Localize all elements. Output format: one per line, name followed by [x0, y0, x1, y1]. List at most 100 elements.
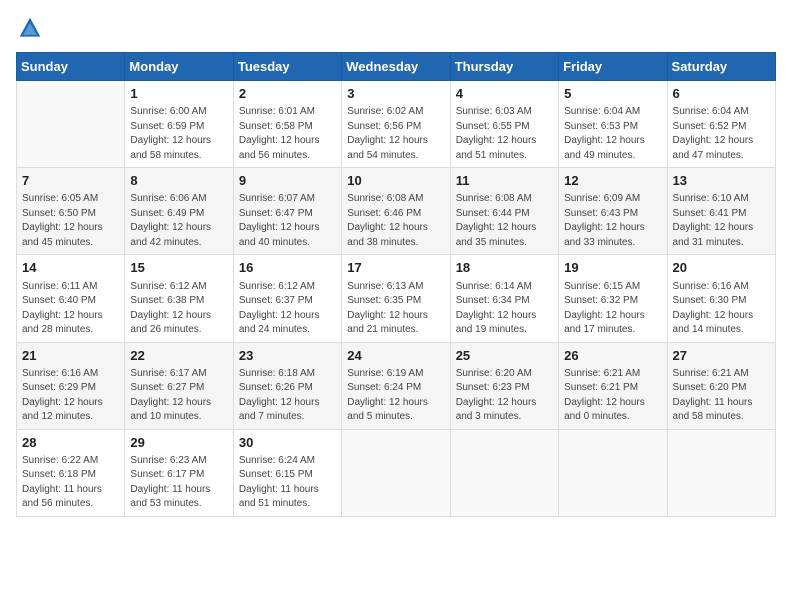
- day-number: 3: [347, 85, 444, 103]
- calendar-cell: 26Sunrise: 6:21 AMSunset: 6:21 PMDayligh…: [559, 342, 667, 429]
- day-info: Sunrise: 6:08 AMSunset: 6:44 PMDaylight:…: [456, 192, 553, 250]
- day-number: 24: [347, 347, 444, 365]
- calendar-week-5: 28 Sunrise: 6:22 AMSunset: 6:18 PMDayligh…: [17, 429, 776, 516]
- calendar-cell: 8 Sunrise: 6:06 AMSunset: 6:49 PMDaylight…: [125, 168, 233, 255]
- day-number: 5: [564, 85, 661, 103]
- day-number: 14: [22, 259, 119, 277]
- day-info: Sunrise: 6:22 AMSunset: 6:18 PMDaylight:…: [22, 454, 119, 512]
- day-number: 20: [673, 259, 770, 277]
- weekday-header-row: SundayMondayTuesdayWednesdayThursdayFrid…: [17, 53, 776, 81]
- day-info: Sunrise: 6:02 AMSunset: 6:56 PMDaylight:…: [347, 105, 444, 163]
- calendar-table: SundayMondayTuesdayWednesdayThursdayFrid…: [16, 52, 776, 517]
- day-info: Sunrise: 6:20 AMSunset: 6:23 PMDaylight:…: [456, 367, 553, 425]
- calendar-cell: 15 Sunrise: 6:12 AMSunset: 6:38 PMDayligh…: [125, 255, 233, 342]
- day-number: 10: [347, 172, 444, 190]
- calendar-cell: 25 Sunrise: 6:20 AMSunset: 6:23 PMDayligh…: [450, 342, 558, 429]
- day-info: Sunrise: 6:21 AMSunset: 6:21 PMDaylight:…: [564, 367, 661, 425]
- day-number: 25: [456, 347, 553, 365]
- calendar-cell: [342, 429, 450, 516]
- day-info: Sunrise: 6:17 AMSunset: 6:27 PMDaylight:…: [130, 367, 227, 425]
- day-info: Sunrise: 6:04 AMSunset: 6:53 PMDaylight:…: [564, 105, 661, 163]
- day-number: 22: [130, 347, 227, 365]
- day-number: 15: [130, 259, 227, 277]
- weekday-header-saturday: Saturday: [667, 53, 775, 81]
- calendar-cell: 2Sunrise: 6:01 AMSunset: 6:58 PMDaylight…: [233, 81, 341, 168]
- day-number: 7: [22, 172, 119, 190]
- calendar-cell: 28 Sunrise: 6:22 AMSunset: 6:18 PMDayligh…: [17, 429, 125, 516]
- day-number: 9: [239, 172, 336, 190]
- day-number: 18: [456, 259, 553, 277]
- calendar-cell: 24 Sunrise: 6:19 AMSunset: 6:24 PMDayligh…: [342, 342, 450, 429]
- day-info: Sunrise: 6:16 AMSunset: 6:30 PMDaylight:…: [673, 280, 770, 338]
- day-info: Sunrise: 6:16 AMSunset: 6:29 PMDaylight:…: [22, 367, 119, 425]
- day-info: Sunrise: 6:13 AMSunset: 6:35 PMDaylight:…: [347, 280, 444, 338]
- calendar-cell: 12 Sunrise: 6:09 AMSunset: 6:43 PMDayligh…: [559, 168, 667, 255]
- day-number: 6: [673, 85, 770, 103]
- calendar-cell: 20 Sunrise: 6:16 AMSunset: 6:30 PMDayligh…: [667, 255, 775, 342]
- day-number: 23: [239, 347, 336, 365]
- logo: [16, 16, 44, 40]
- calendar-cell: [559, 429, 667, 516]
- weekday-header-thursday: Thursday: [450, 53, 558, 81]
- calendar-week-3: 14 Sunrise: 6:11 AMSunset: 6:40 PMDayligh…: [17, 255, 776, 342]
- day-info: Sunrise: 6:19 AMSunset: 6:24 PMDaylight:…: [347, 367, 444, 425]
- day-info: Sunrise: 6:21 AMSunset: 6:20 PMDaylight:…: [673, 367, 770, 425]
- day-number: 13: [673, 172, 770, 190]
- day-info: Sunrise: 6:07 AMSunset: 6:47 PMDaylight:…: [239, 192, 336, 250]
- day-number: 8: [130, 172, 227, 190]
- calendar-cell: [17, 81, 125, 168]
- calendar-cell: 18 Sunrise: 6:14 AMSunset: 6:34 PMDayligh…: [450, 255, 558, 342]
- calendar-cell: 14 Sunrise: 6:11 AMSunset: 6:40 PMDayligh…: [17, 255, 125, 342]
- calendar-cell: 23 Sunrise: 6:18 AMSunset: 6:26 PMDayligh…: [233, 342, 341, 429]
- day-number: 27: [673, 347, 770, 365]
- calendar-cell: 19Sunrise: 6:15 AMSunset: 6:32 PMDayligh…: [559, 255, 667, 342]
- day-info: Sunrise: 6:09 AMSunset: 6:43 PMDaylight:…: [564, 192, 661, 250]
- day-info: Sunrise: 6:06 AMSunset: 6:49 PMDaylight:…: [130, 192, 227, 250]
- day-info: Sunrise: 6:18 AMSunset: 6:26 PMDaylight:…: [239, 367, 336, 425]
- day-number: 29: [130, 434, 227, 452]
- day-info: Sunrise: 6:00 AMSunset: 6:59 PMDaylight:…: [130, 105, 227, 163]
- calendar-cell: 11Sunrise: 6:08 AMSunset: 6:44 PMDayligh…: [450, 168, 558, 255]
- day-info: Sunrise: 6:14 AMSunset: 6:34 PMDaylight:…: [456, 280, 553, 338]
- day-info: Sunrise: 6:08 AMSunset: 6:46 PMDaylight:…: [347, 192, 444, 250]
- logo-text: [16, 16, 44, 40]
- calendar-week-2: 7Sunrise: 6:05 AMSunset: 6:50 PMDaylight…: [17, 168, 776, 255]
- calendar-cell: 21 Sunrise: 6:16 AMSunset: 6:29 PMDayligh…: [17, 342, 125, 429]
- day-info: Sunrise: 6:11 AMSunset: 6:40 PMDaylight:…: [22, 280, 119, 338]
- day-number: 21: [22, 347, 119, 365]
- day-info: Sunrise: 6:10 AMSunset: 6:41 PMDaylight:…: [673, 192, 770, 250]
- calendar-cell: 1 Sunrise: 6:00 AMSunset: 6:59 PMDaylight…: [125, 81, 233, 168]
- weekday-header-friday: Friday: [559, 53, 667, 81]
- weekday-header-wednesday: Wednesday: [342, 53, 450, 81]
- calendar-cell: 30Sunrise: 6:24 AMSunset: 6:15 PMDayligh…: [233, 429, 341, 516]
- day-info: Sunrise: 6:03 AMSunset: 6:55 PMDaylight:…: [456, 105, 553, 163]
- weekday-header-tuesday: Tuesday: [233, 53, 341, 81]
- calendar-cell: 5 Sunrise: 6:04 AMSunset: 6:53 PMDaylight…: [559, 81, 667, 168]
- calendar-cell: 10 Sunrise: 6:08 AMSunset: 6:46 PMDayligh…: [342, 168, 450, 255]
- calendar-cell: 6 Sunrise: 6:04 AMSunset: 6:52 PMDaylight…: [667, 81, 775, 168]
- day-number: 1: [130, 85, 227, 103]
- day-info: Sunrise: 6:12 AMSunset: 6:38 PMDaylight:…: [130, 280, 227, 338]
- calendar-cell: [667, 429, 775, 516]
- calendar-cell: 27 Sunrise: 6:21 AMSunset: 6:20 PMDayligh…: [667, 342, 775, 429]
- logo-icon: [18, 16, 42, 40]
- weekday-header-sunday: Sunday: [17, 53, 125, 81]
- calendar-cell: 7Sunrise: 6:05 AMSunset: 6:50 PMDaylight…: [17, 168, 125, 255]
- calendar-week-1: 1 Sunrise: 6:00 AMSunset: 6:59 PMDaylight…: [17, 81, 776, 168]
- day-info: Sunrise: 6:12 AMSunset: 6:37 PMDaylight:…: [239, 280, 336, 338]
- day-number: 17: [347, 259, 444, 277]
- calendar-cell: 9 Sunrise: 6:07 AMSunset: 6:47 PMDaylight…: [233, 168, 341, 255]
- calendar-cell: 22 Sunrise: 6:17 AMSunset: 6:27 PMDayligh…: [125, 342, 233, 429]
- calendar-cell: 16 Sunrise: 6:12 AMSunset: 6:37 PMDayligh…: [233, 255, 341, 342]
- day-info: Sunrise: 6:24 AMSunset: 6:15 PMDaylight:…: [239, 454, 336, 512]
- calendar-cell: 17 Sunrise: 6:13 AMSunset: 6:35 PMDayligh…: [342, 255, 450, 342]
- page-header: [16, 16, 776, 40]
- calendar-cell: 3 Sunrise: 6:02 AMSunset: 6:56 PMDaylight…: [342, 81, 450, 168]
- calendar-cell: 13 Sunrise: 6:10 AMSunset: 6:41 PMDayligh…: [667, 168, 775, 255]
- day-number: 16: [239, 259, 336, 277]
- calendar-week-4: 21 Sunrise: 6:16 AMSunset: 6:29 PMDayligh…: [17, 342, 776, 429]
- day-info: Sunrise: 6:04 AMSunset: 6:52 PMDaylight:…: [673, 105, 770, 163]
- day-number: 28: [22, 434, 119, 452]
- day-number: 12: [564, 172, 661, 190]
- day-info: Sunrise: 6:15 AMSunset: 6:32 PMDaylight:…: [564, 280, 661, 338]
